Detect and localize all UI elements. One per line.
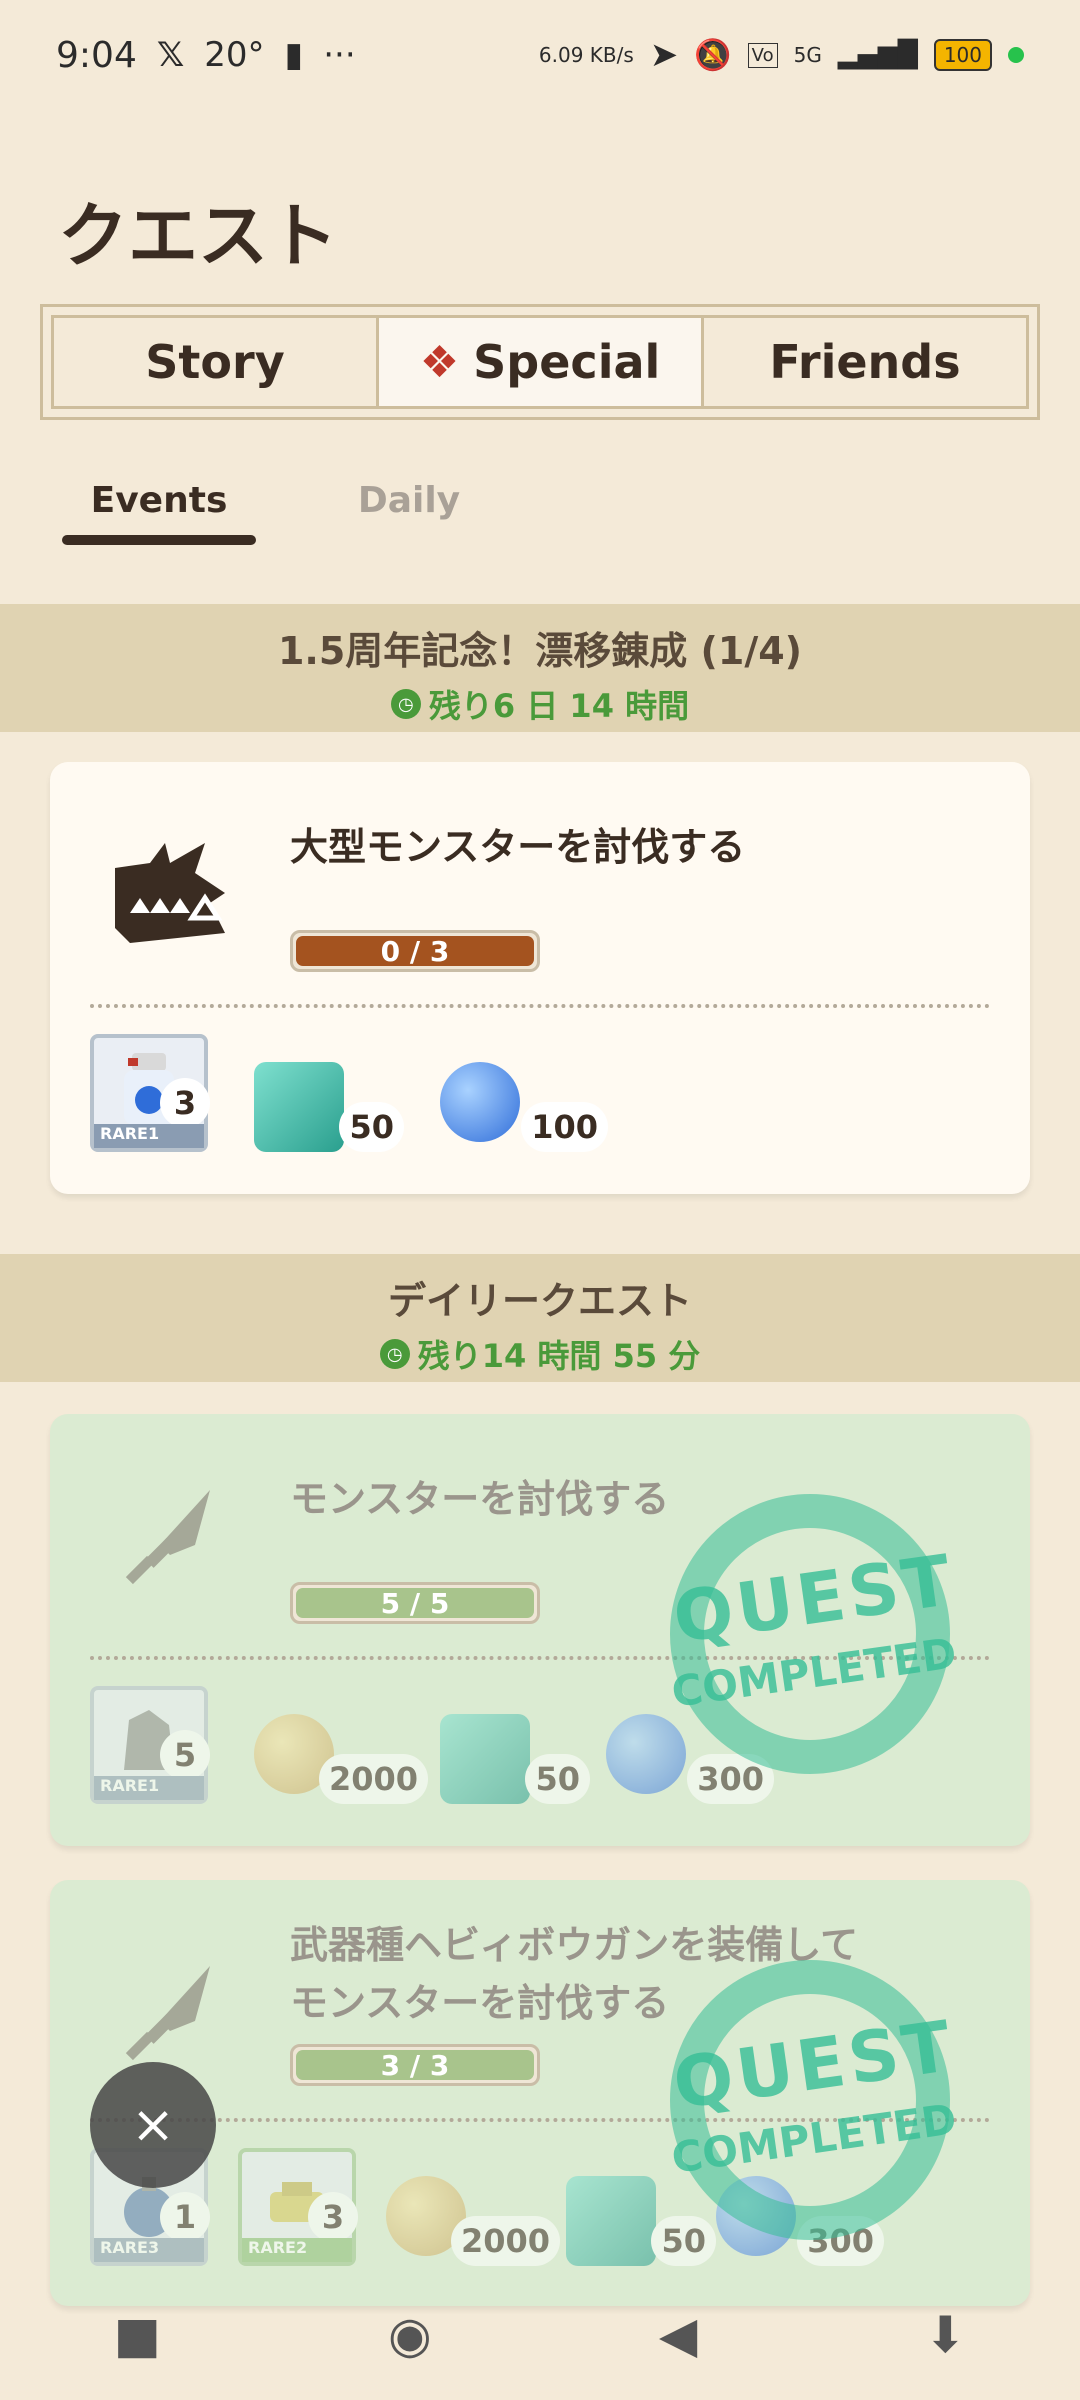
location-icon: ➤ [649, 35, 679, 75]
quest-completed-stamp: QUEST COMPLETED [668, 1960, 960, 2240]
reward-item[interactable]: 2000 [386, 2176, 560, 2266]
reward-item[interactable]: 3 RARE1 [90, 1034, 210, 1152]
network-label: 5G [793, 43, 822, 67]
status-bar: 9:04 𝕏 20° ▮ ··· 6.09 KB/s ➤ 🔕 Vo 5G ▂▄▆… [0, 0, 1080, 110]
net-speed: 6.09 KB/s [538, 43, 634, 67]
quest-progress-bar: 5 / 5 [290, 1582, 540, 1624]
assistant-button[interactable]: ⬇ [925, 2306, 967, 2364]
reward-item[interactable]: 50 [440, 1714, 590, 1804]
status-time: 9:04 [56, 34, 137, 76]
page-title: クエスト [58, 195, 338, 277]
status-temp: 20° [204, 35, 265, 75]
divider [90, 1004, 990, 1008]
close-icon: × [131, 2095, 175, 2155]
home-button[interactable]: ◉ [388, 2306, 432, 2364]
rarity-label: RARE1 [94, 1124, 204, 1148]
quest-card[interactable]: 大型モンスターを討伐する 0 / 3 3 RARE1 50 100 [50, 762, 1030, 1194]
tab-special[interactable]: ❖ Special [376, 318, 704, 406]
subtab-daily[interactable]: Daily [312, 480, 506, 545]
reward-item[interactable]: 2000 [254, 1714, 428, 1804]
quest-progress-bar: 3 / 3 [290, 2044, 540, 2086]
skill-gem-icon [440, 1714, 530, 1804]
quest-progress-text: 3 / 3 [296, 2049, 534, 2082]
quest-title: 大型モンスターを討伐する [290, 825, 746, 869]
section-timer-text: 残り14 時間 55 分 [417, 1337, 701, 1375]
rarity-label: RARE3 [94, 2238, 204, 2262]
tab-story[interactable]: Story [54, 318, 376, 406]
reward-item[interactable]: 50 [254, 1062, 404, 1152]
rarity-label: RARE2 [242, 2238, 352, 2262]
skill-gem-icon [254, 1062, 344, 1152]
quest-card[interactable]: モンスターを討伐する 5 / 5 5 RARE1 2000 50 300 QUE… [50, 1414, 1030, 1846]
rarity-label: RARE1 [94, 1776, 204, 1800]
tab-friends[interactable]: Friends [704, 318, 1026, 406]
reward-count: 50 [339, 1102, 404, 1152]
tab-special-label: Special [473, 335, 661, 389]
reward-list: 5 RARE1 2000 50 300 [90, 1686, 774, 1804]
quest-progress-text: 5 / 5 [296, 1587, 534, 1620]
reward-count: 50 [525, 1754, 590, 1804]
close-floating-button[interactable]: × [90, 2062, 216, 2188]
section-title: 1.5周年記念！漂移錬成 (1/4) [277, 629, 803, 673]
skill-gem-icon [566, 2176, 656, 2266]
back-button[interactable]: ◀ [659, 2306, 697, 2364]
section-title: デイリークエスト [387, 1279, 692, 1323]
sword-icon [100, 1470, 240, 1610]
reward-count: 3 [160, 1078, 210, 1128]
special-emblem-icon: ❖ [419, 336, 460, 388]
quest-completed-stamp: QUEST COMPLETED [668, 1494, 960, 1774]
section-timer-text: 残り6 日 14 時間 [428, 687, 690, 725]
reward-item[interactable]: 5 RARE1 [90, 1686, 210, 1804]
section-timer: ◷ 残り14 時間 55 分 [0, 1331, 1080, 1377]
mute-icon: 🔕 [694, 37, 732, 73]
reward-count: 50 [651, 2216, 716, 2266]
recents-button[interactable]: ■ [114, 2306, 161, 2364]
reward-count: 3 [308, 2192, 358, 2242]
quest-progress-text: 0 / 3 [296, 935, 534, 968]
reward-count: 5 [160, 1730, 210, 1780]
section-header-daily: デイリークエスト ◷ 残り14 時間 55 分 [0, 1254, 1080, 1382]
blue-orb-icon [606, 1714, 686, 1794]
quest-title: モンスターを討伐する [290, 1477, 670, 1521]
tab-story-label: Story [145, 335, 285, 389]
reward-count: 2000 [318, 1754, 428, 1804]
signal-icon: ▂▄▆█ [837, 40, 918, 70]
clock-icon: ◷ [379, 1339, 410, 1369]
blue-orb-icon [440, 1062, 520, 1142]
clock-icon: ◷ [390, 689, 421, 719]
quest-progress-bar: 0 / 3 [290, 930, 540, 972]
reward-item[interactable]: 300 [606, 1714, 774, 1804]
battery-icon: 100 [933, 39, 992, 71]
tab-friends-label: Friends [769, 335, 961, 389]
x-app-icon: 𝕏 [156, 35, 185, 75]
reward-count: 2000 [450, 2216, 560, 2266]
reward-count: 1 [160, 2192, 210, 2242]
section-header-event: 1.5周年記念！漂移錬成 (1/4) ◷ 残り6 日 14 時間 [0, 604, 1080, 732]
reward-item[interactable]: 3 RARE2 [238, 2148, 358, 2266]
system-nav-bar: ■ ◉ ◀ ⬇ [0, 2290, 1080, 2380]
privacy-dot-icon [1008, 47, 1024, 63]
reward-list: 3 RARE1 50 100 [90, 1034, 608, 1152]
sub-tabs: Events Daily [62, 480, 506, 545]
section-timer: ◷ 残り6 日 14 時間 [0, 681, 1080, 727]
main-tabs: Story ❖ Special Friends [40, 304, 1040, 420]
volte-icon: Vo [747, 42, 778, 68]
battery-saver-icon: ▮ [284, 35, 304, 75]
reward-item[interactable]: 100 [440, 1062, 608, 1152]
reward-item[interactable]: 50 [566, 2176, 716, 2266]
reward-count: 100 [521, 1102, 608, 1152]
subtab-events[interactable]: Events [62, 480, 256, 545]
large-monster-icon [100, 818, 240, 958]
more-dots-icon: ··· [323, 35, 356, 75]
